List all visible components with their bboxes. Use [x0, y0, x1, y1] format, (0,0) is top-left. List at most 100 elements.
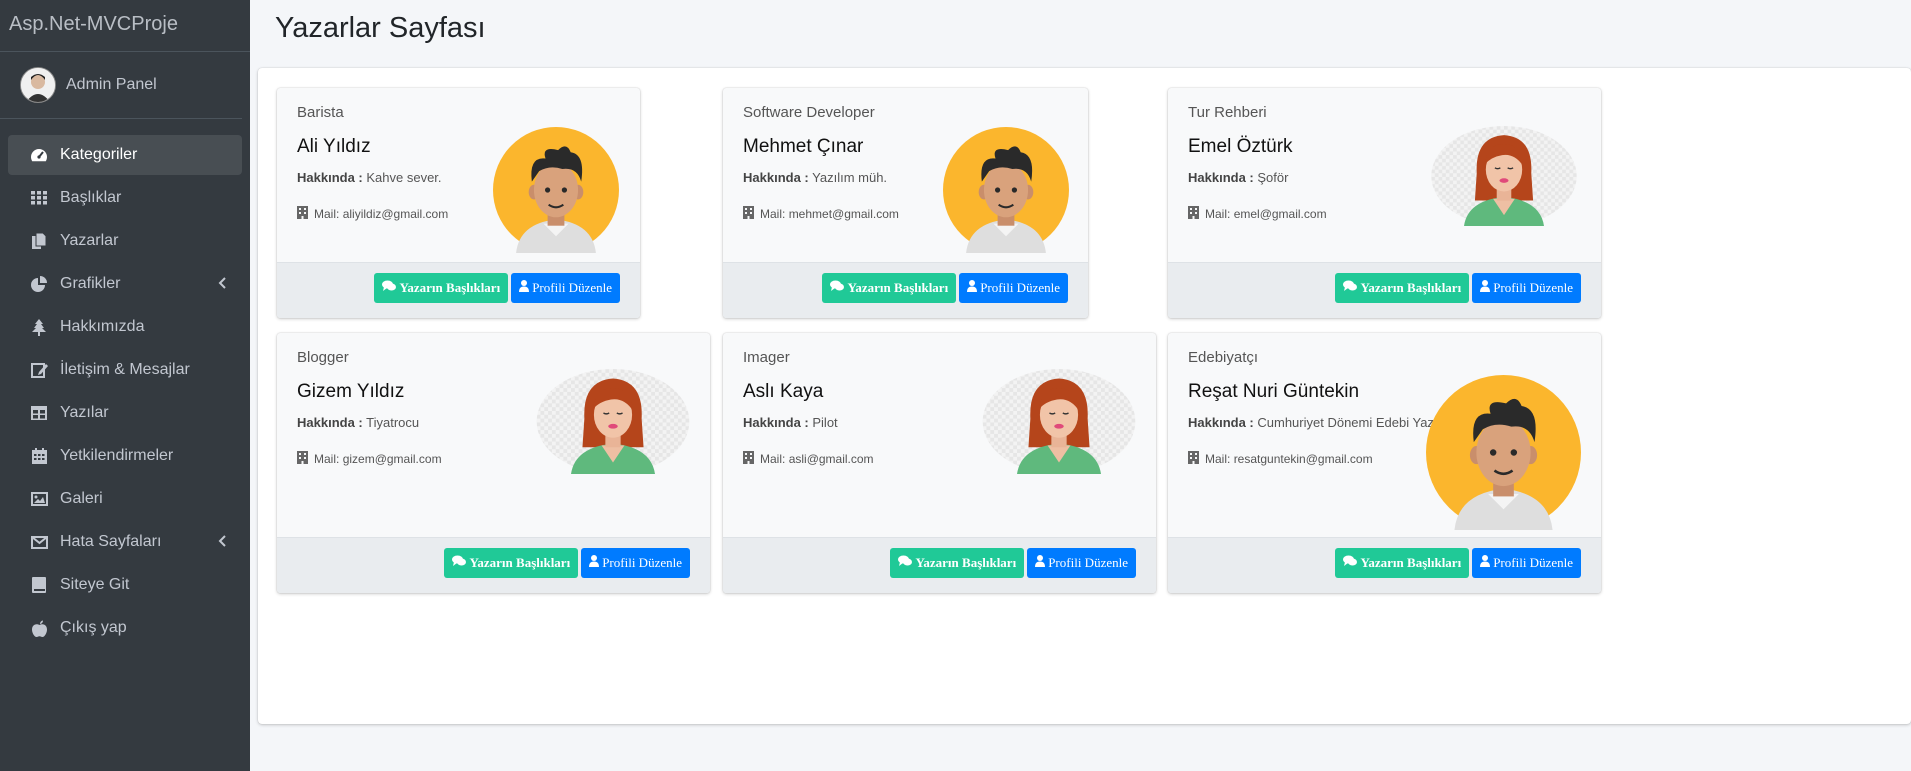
writer-name: Ali Yıldız [297, 136, 371, 157]
writer-titles-label: Yazarın Başlıkları [1360, 555, 1462, 570]
chevron-left-icon[interactable] [218, 276, 226, 294]
user-icon [1480, 280, 1493, 296]
sidebar-item-label: Galeri [60, 490, 103, 507]
edit-icon [28, 361, 50, 379]
writer-titles-label: Yazarın Başlıkları [1360, 280, 1462, 295]
sidebar-item-10[interactable]: Siteye Git [8, 565, 242, 605]
card-footer: Yazarın Başlıkları Profili Düzenle [723, 262, 1088, 318]
about-label: Hakkında : [743, 415, 809, 430]
writer-mail: Mail: gizem@gmail.com [297, 451, 442, 467]
sidebar-item-label: Hakkımızda [60, 318, 145, 335]
user-avatar[interactable] [20, 67, 56, 103]
writer-card: Imager Aslı Kaya Hakkında : Pilot Mail: asl… [723, 333, 1156, 593]
comments-icon [830, 280, 847, 296]
table-icon [28, 404, 50, 422]
mail-label: Mail: [760, 452, 786, 466]
writer-about: Hakkında : Yazılım müh. [743, 170, 887, 185]
brand-link[interactable]: Asp.Net-MVCProje [0, 0, 250, 52]
writer-card: Software Developer Mehmet Çınar Hakkında :… [723, 88, 1088, 318]
writer-avatar [493, 127, 619, 253]
writer-mail: Mail: asli@gmail.com [743, 451, 874, 467]
sidebar-item-4[interactable]: Hakkımızda [8, 307, 242, 347]
writer-avatar [979, 369, 1139, 474]
card-footer: Yazarın Başlıkları Profili Düzenle [723, 537, 1156, 593]
writer-titles-button[interactable]: Yazarın Başlıkları [1335, 548, 1470, 578]
user-name[interactable]: Admin Panel [66, 76, 157, 94]
envelope-icon [28, 533, 50, 551]
mail-value: aliyildiz@gmail.com [342, 207, 449, 221]
sidebar-item-8[interactable]: Galeri [8, 479, 242, 519]
tachometer-icon [28, 146, 50, 164]
copy-icon [28, 232, 50, 250]
sidebar-item-label: İletişim & Mesajlar [60, 361, 190, 378]
about-value: Tiyatrocu [366, 415, 420, 430]
page-title: Yazarlar Sayfası [275, 12, 486, 44]
sidebar-item-11[interactable]: Çıkış yap [8, 608, 242, 648]
edit-profile-button[interactable]: Profili Düzenle [1472, 548, 1581, 578]
edit-profile-button[interactable]: Profili Düzenle [1027, 548, 1136, 578]
sidebar-item-label: Hata Sayfaları [60, 533, 162, 550]
writer-name: Aslı Kaya [743, 381, 824, 402]
writer-avatar [1424, 126, 1584, 226]
comments-icon [382, 280, 399, 296]
writer-titles-button[interactable]: Yazarın Başlıkları [822, 273, 957, 303]
sidebar-item-6[interactable]: Yazılar [8, 393, 242, 433]
writer-job: Imager [743, 349, 790, 366]
writer-name: Mehmet Çınar [743, 136, 864, 157]
user-icon [1480, 555, 1493, 571]
book-icon [28, 576, 50, 594]
writer-about: Hakkında : Pilot [743, 415, 838, 430]
mail-label: Mail: [314, 452, 340, 466]
calendar-icon [28, 447, 50, 465]
sidebar-item-9[interactable]: Hata Sayfaları [8, 522, 242, 562]
writer-titles-label: Yazarın Başlıkları [847, 280, 949, 295]
edit-profile-button[interactable]: Profili Düzenle [581, 548, 690, 578]
grid-icon [28, 189, 50, 207]
comments-icon [898, 555, 915, 571]
sidebar-item-0[interactable]: Kategoriler [8, 135, 242, 175]
writer-name: Reşat Nuri Güntekin [1188, 381, 1360, 402]
sidebar-nav: Kategoriler Başlıklar Yazarlar Grafikler Hak… [0, 135, 250, 648]
mail-value: gizem@gmail.com [342, 452, 442, 466]
sidebar-item-5[interactable]: İletişim & Mesajlar [8, 350, 242, 390]
building-icon [1188, 206, 1205, 222]
edit-profile-button[interactable]: Profili Düzenle [959, 273, 1068, 303]
writer-titles-button[interactable]: Yazarın Başlıkları [444, 548, 579, 578]
card-footer: Yazarın Başlıkları Profili Düzenle [1168, 262, 1601, 318]
writer-name: Emel Öztürk [1188, 136, 1293, 157]
edit-profile-button[interactable]: Profili Düzenle [511, 273, 620, 303]
sidebar-item-label: Siteye Git [60, 576, 130, 593]
about-value: Şoför [1257, 170, 1289, 185]
user-panel[interactable]: Admin Panel [0, 52, 242, 119]
sidebar: Asp.Net-MVCProje Admin Panel Kategoriler… [0, 0, 250, 771]
about-value: Yazılım müh. [812, 170, 888, 185]
writer-job: Edebiyatçı [1188, 349, 1259, 366]
apple-icon [28, 619, 50, 637]
pie-chart-icon [28, 275, 50, 293]
about-value: Kahve sever. [366, 170, 442, 185]
image-icon [28, 490, 50, 508]
building-icon [743, 451, 760, 467]
mail-label: Mail: [314, 207, 340, 221]
sidebar-item-1[interactable]: Başlıklar [8, 178, 242, 218]
mail-value: asli@gmail.com [788, 452, 874, 466]
comments-icon [1343, 555, 1360, 571]
about-value: Pilot [812, 415, 838, 430]
edit-profile-button[interactable]: Profili Düzenle [1472, 273, 1581, 303]
chevron-left-icon[interactable] [218, 534, 226, 552]
sidebar-item-3[interactable]: Grafikler [8, 264, 242, 304]
writer-mail: Mail: resatguntekin@gmail.com [1188, 451, 1373, 467]
tree-icon [28, 318, 50, 336]
sidebar-item-2[interactable]: Yazarlar [8, 221, 242, 261]
writer-titles-button[interactable]: Yazarın Başlıkları [1335, 273, 1470, 303]
sidebar-item-7[interactable]: Yetkilendirmeler [8, 436, 242, 476]
sidebar-item-label: Başlıklar [60, 189, 122, 206]
mail-label: Mail: [760, 207, 786, 221]
building-icon [743, 206, 760, 222]
sidebar-item-label: Yazılar [60, 404, 109, 421]
edit-profile-label: Profili Düzenle [980, 280, 1060, 295]
writer-titles-button[interactable]: Yazarın Başlıkları [890, 548, 1025, 578]
sidebar-item-label: Kategoriler [60, 146, 138, 163]
writer-titles-button[interactable]: Yazarın Başlıkları [374, 273, 509, 303]
edit-profile-label: Profili Düzenle [1493, 555, 1573, 570]
